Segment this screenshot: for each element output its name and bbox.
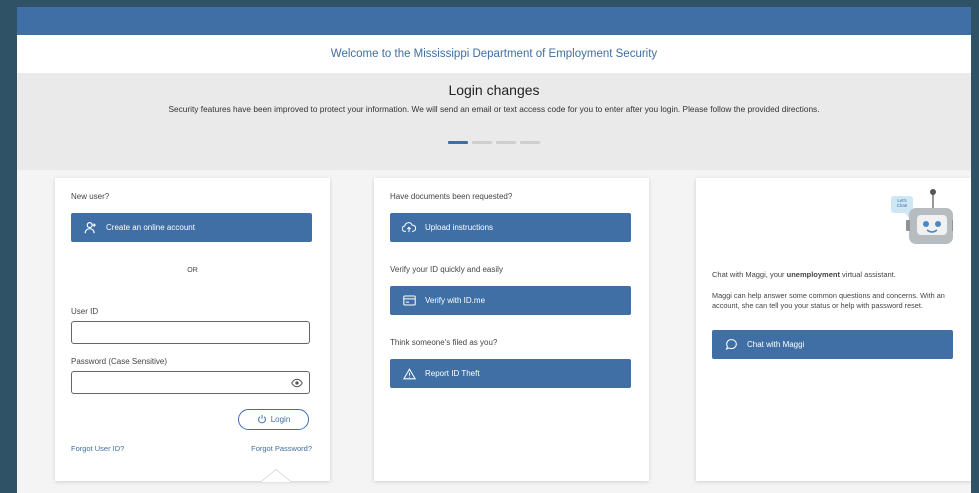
verify-label: Verify with ID.me [425,296,486,305]
report-id-theft-button[interactable]: Report ID Theft [390,359,631,388]
upload-instructions-button[interactable]: Upload instructions [390,213,631,242]
verify-idme-button[interactable]: Verify with ID.me [390,286,631,315]
robot-icon: Let's Chat! [891,188,953,254]
create-account-button[interactable]: Create an online account [71,213,312,242]
carousel-dot-1[interactable] [448,141,468,144]
banner-text: Security features have been improved to … [168,104,820,114]
forgot-links: Forgot User ID? Forgot Password? [71,444,312,453]
user-id-label: User ID [71,307,99,316]
verify-text: Verify your ID quickly and easily [390,265,503,274]
cards-area: New user? Create an online account OR Us… [17,170,971,493]
chat-with-maggi-button[interactable]: Chat with Maggi [712,330,953,359]
page-frame: Welcome to the Mississippi Department of… [17,7,971,493]
chat-description: Maggi can help answer some common questi… [712,291,945,310]
cloud-upload-icon [402,221,416,235]
theft-text: Think someone's filed as you? [390,338,498,347]
warning-icon [402,367,416,381]
login-changes-banner: Login changes Security features have bee… [17,73,971,170]
carousel-dot-2[interactable] [472,141,492,144]
welcome-banner: Welcome to the Mississippi Department of… [17,35,971,73]
power-icon [257,414,267,426]
chat-button-label: Chat with Maggi [747,340,805,349]
login-label: Login [270,415,291,424]
forgot-user-id-link[interactable]: Forgot User ID? [71,444,124,453]
chat-intro: Chat with Maggi, your unemployment virtu… [712,270,896,279]
password-label: Password (Case Sensitive) [71,357,168,366]
eye-icon[interactable] [291,377,303,389]
upload-label: Upload instructions [425,223,494,232]
banner-title: Login changes [448,82,540,98]
documents-card: Have documents been requested? Upload in… [374,178,649,481]
user-add-icon [83,221,97,235]
documents-label: Have documents been requested? [390,192,513,201]
user-id-input[interactable] [71,321,310,344]
carousel-dots [17,141,971,144]
carousel-dot-3[interactable] [496,141,516,144]
bot-bubble-text: Let's Chat! [896,198,908,208]
carousel-dot-4[interactable] [520,141,540,144]
chat-bubble-icon [724,338,738,352]
top-bar [17,7,971,35]
login-button[interactable]: Login [238,409,309,430]
create-account-label: Create an online account [106,223,195,232]
chat-card: Let's Chat! Chat with Maggi, your unempl… [696,178,971,481]
pointer-triangle-fill [261,470,291,482]
id-card-icon [402,294,416,308]
login-card: New user? Create an online account OR Us… [55,178,330,482]
forgot-password-link[interactable]: Forgot Password? [251,444,312,453]
password-input[interactable] [71,371,310,394]
new-user-label: New user? [71,192,110,201]
theft-label: Report ID Theft [425,369,480,378]
or-divider: OR [187,267,198,274]
